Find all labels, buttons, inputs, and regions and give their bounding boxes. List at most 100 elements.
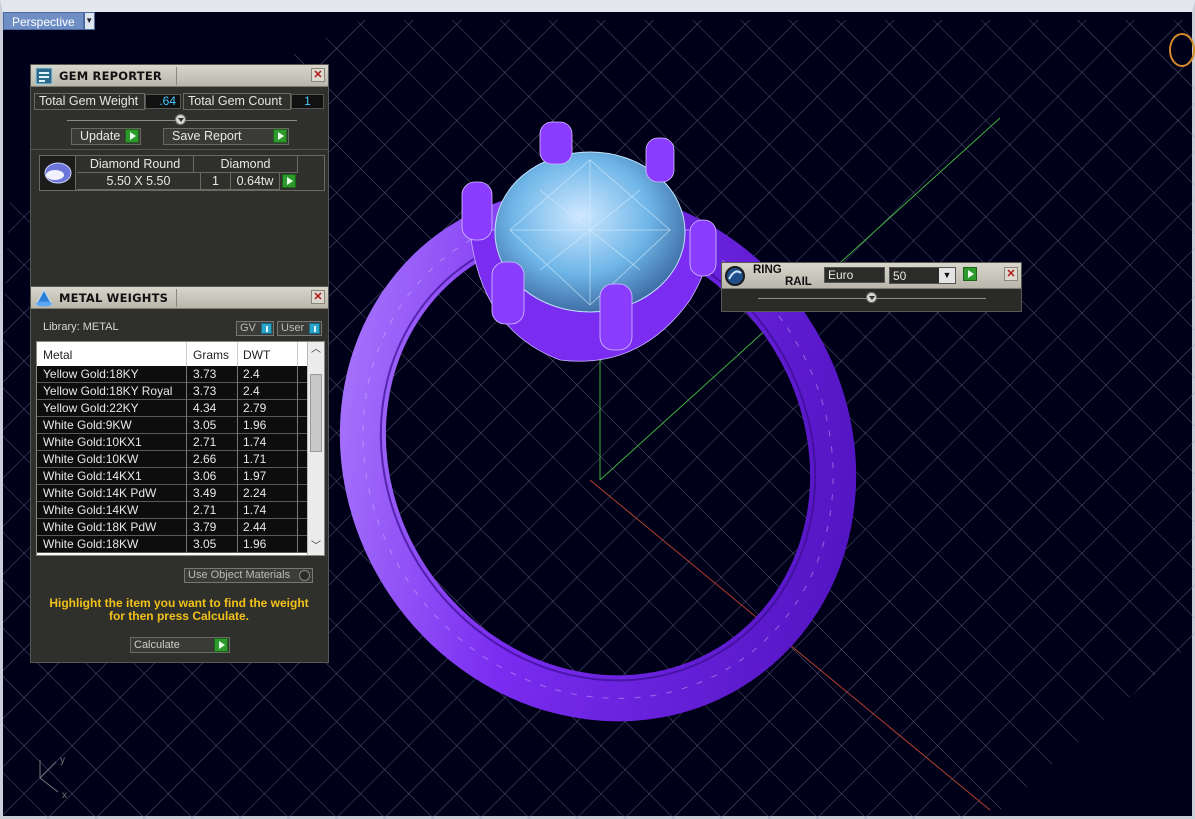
cell-divider [186,400,187,417]
column-grams[interactable]: Grams [193,348,229,362]
metal-name-cell: Yellow Gold:22KY [43,401,139,415]
table-row[interactable]: White Gold:14K PdW 3.49 2.24 [37,485,307,502]
cell-divider [186,536,187,553]
dwt-cell: 2.4 [243,367,260,381]
use-object-materials-label: Use Object Materials [188,569,291,581]
update-button-label: Update [80,129,121,143]
metal-list[interactable]: Metal Grams DWT Yellow Gold:18KY 3.73 2.4 Y… [36,341,325,556]
grams-cell: 3.49 [193,486,217,500]
table-row[interactable]: White Gold:18K PdW 3.79 2.44 [37,519,307,536]
cell-divider [237,366,238,383]
scrollbar-thumb[interactable] [310,374,322,452]
metal-name-cell: White Gold:9KW [43,418,132,432]
cell-divider [186,485,187,502]
table-row[interactable]: Yellow Gold:18KY Royal 3.73 2.4 [37,383,307,400]
metal-weights-title: METAL WEIGHTS [59,290,169,305]
dwt-cell: 2.4 [243,384,260,398]
grams-cell: 4.34 [193,401,217,415]
cell-divider [297,434,298,451]
ring-rail-panel: RING RAIL Euro 50 ▼ ✕ [721,262,1022,312]
metal-weights-icon [31,287,57,309]
metal-weights-panel: METAL WEIGHTS ✕ Library: METAL GV User M… [30,286,329,663]
update-button[interactable]: Update [71,128,141,145]
cell-divider [237,519,238,536]
metal-name-cell: Yellow Gold:18KY [43,367,139,381]
cell-divider [186,519,187,536]
title-divider [176,289,177,307]
profile-field[interactable]: Euro [824,267,885,283]
gem-count: 1 [201,173,231,190]
column-metal[interactable]: Metal [43,348,72,362]
dwt-cell: 2.79 [243,401,267,415]
metal-list-scrollbar[interactable]: ︿ ﹀ [307,342,324,555]
grams-cell: 2.71 [193,503,217,517]
cell-divider [297,502,298,519]
scroll-down-icon[interactable]: ﹀ [308,539,324,555]
metal-name-cell: White Gold:18K PdW [43,520,157,534]
calculate-button[interactable]: Calculate [130,637,230,653]
gem-size: 5.50 X 5.50 [77,173,201,190]
metal-weights-close-button[interactable]: ✕ [311,290,325,304]
ring-rail-titlebar[interactable]: RING RAIL Euro 50 ▼ ✕ [722,263,1021,289]
gv-toggle[interactable]: GV [236,321,274,336]
table-row[interactable]: Yellow Gold:22KY 4.34 2.79 [37,400,307,417]
cell-divider [237,536,238,553]
metal-name-cell: White Gold:18KW [43,537,139,551]
user-toggle-icon [309,323,320,334]
cell-divider [186,502,187,519]
grams-cell: 3.73 [193,384,217,398]
metal-name-cell: White Gold:14K PdW [43,486,157,500]
total-gem-weight-label: Total Gem Weight [34,93,145,110]
update-play-icon [125,129,139,143]
gem-reporter-close-button[interactable]: ✕ [311,68,325,82]
grams-cell: 3.05 [193,418,217,432]
ring-rail-slider-knob[interactable] [866,292,877,303]
gem-material: Diamond [194,156,298,173]
library-label: Library: METAL [43,321,119,333]
calculate-play-icon [214,638,228,652]
axis-y-label: y [60,755,65,766]
metal-weights-titlebar[interactable]: METAL WEIGHTS ✕ [31,287,328,309]
table-row[interactable]: White Gold:18KW 3.05 1.96 [37,536,307,553]
cell-divider [237,383,238,400]
cell-divider [297,417,298,434]
use-object-materials-toggle[interactable]: Use Object Materials [184,568,313,583]
scroll-up-icon[interactable]: ︿ [308,342,324,358]
hint-line-2: for then press Calculate. [108,609,250,623]
cell-divider [186,417,187,434]
viewport-tab[interactable]: Perspective ▼ [3,12,95,30]
user-toggle[interactable]: User [277,321,322,336]
table-row[interactable]: White Gold:10KX1 2.71 1.74 [37,434,307,451]
table-row[interactable]: White Gold:9KW 3.05 1.96 [37,417,307,434]
ring-rail-icon [724,265,746,287]
metal-name-cell: White Gold:10KW [43,452,139,466]
dwt-cell: 1.96 [243,537,267,551]
ring-rail-close-button[interactable]: ✕ [1004,267,1018,281]
column-dwt[interactable]: DWT [243,348,270,362]
cell-divider [297,366,298,383]
cell-divider [186,383,187,400]
dwt-cell: 1.71 [243,452,267,466]
gem-slider-knob[interactable] [175,114,186,125]
cell-divider [297,451,298,468]
gem-row-play-button[interactable] [282,174,296,188]
save-report-button[interactable]: Save Report [163,128,289,145]
ring-rail-play-button[interactable] [963,267,977,281]
dwt-cell: 2.44 [243,520,267,534]
viewport-dropdown-icon[interactable]: ▼ [83,12,95,30]
chevron-down-icon[interactable]: ▼ [939,268,955,283]
table-row[interactable]: White Gold:14KX1 3.06 1.97 [37,468,307,485]
dwt-cell: 1.97 [243,469,267,483]
dwt-cell: 1.74 [243,435,267,449]
dwt-cell: 1.74 [243,503,267,517]
viewport-tab-label[interactable]: Perspective [3,12,84,30]
table-row[interactable]: White Gold:10KW 2.66 1.71 [37,451,307,468]
size-select[interactable]: 50 ▼ [889,267,956,284]
gem-reporter-titlebar[interactable]: GEM REPORTER ✕ [31,65,328,87]
cell-divider [297,519,298,536]
divider [31,149,328,150]
table-row[interactable]: Yellow Gold:18KY 3.73 2.4 [37,366,307,383]
gem-shape: Diamond Round [77,156,194,173]
gem-weight: 0.64tw [231,173,280,190]
table-row[interactable]: White Gold:14KW 2.71 1.74 [37,502,307,519]
